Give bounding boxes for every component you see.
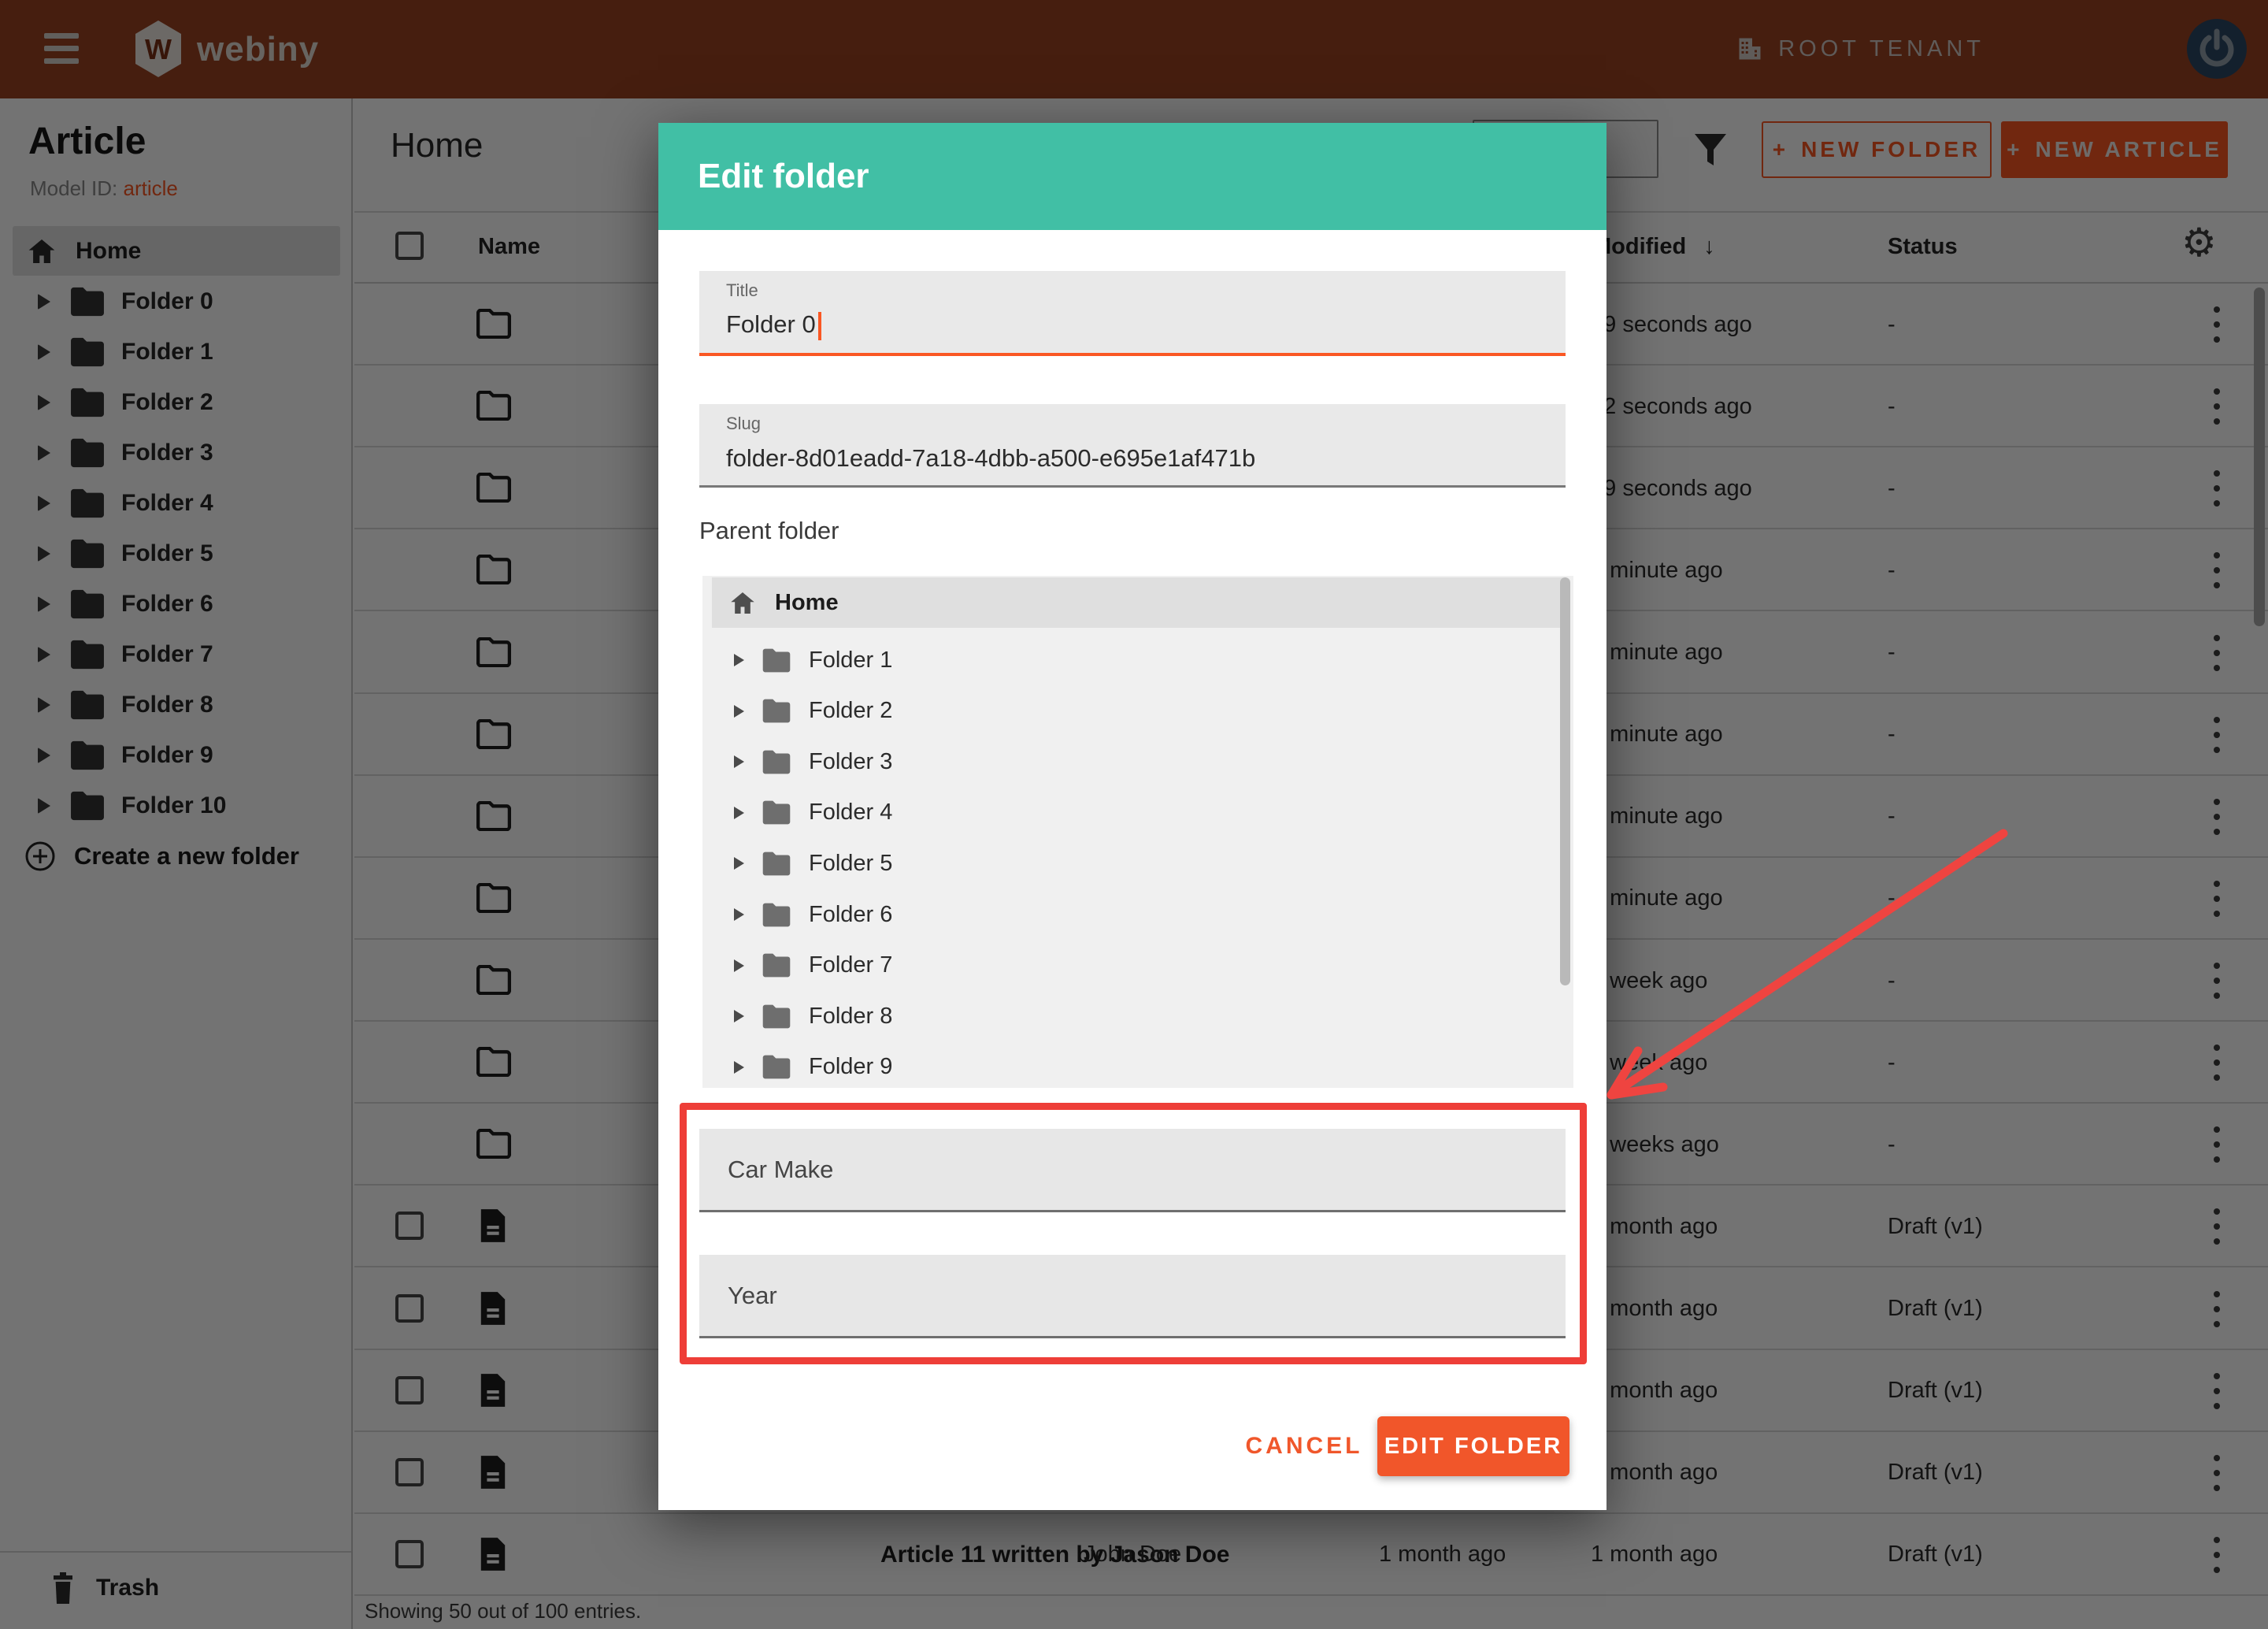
slug-field[interactable]: Slug folder-8d01eadd-7a18-4dbb-a500-e695…: [699, 404, 1566, 488]
folder-icon: [762, 800, 791, 826]
annotation-arrow: [1567, 803, 2040, 1134]
expand-caret-icon[interactable]: [734, 1010, 744, 1022]
tree-item-folder-4[interactable]: Folder 4: [702, 788, 1573, 838]
tree-item-folder-8[interactable]: Folder 8: [702, 991, 1573, 1041]
expand-caret-icon[interactable]: [734, 807, 744, 819]
title-field[interactable]: Title Folder 0: [699, 271, 1566, 356]
expand-caret-icon[interactable]: [734, 1061, 744, 1074]
tree-item-folder-2[interactable]: Folder 2: [702, 686, 1573, 737]
dialog-header: Edit folder: [658, 123, 1606, 230]
tree-item-folder-6[interactable]: Folder 6: [702, 889, 1573, 940]
folder-icon: [762, 749, 791, 775]
expand-caret-icon[interactable]: [734, 959, 744, 972]
expand-caret-icon[interactable]: [734, 654, 744, 666]
folder-icon: [762, 952, 791, 978]
parent-folder-label: Parent folder: [699, 517, 839, 545]
expand-caret-icon[interactable]: [734, 755, 744, 768]
title-field-label: Title: [726, 280, 758, 301]
folder-icon: [762, 902, 791, 928]
dialog-title: Edit folder: [698, 157, 869, 196]
folder-icon: [762, 1054, 791, 1080]
tree-item-home[interactable]: Home: [712, 577, 1564, 628]
parent-folder-tree: Home Folder 1 Folder 2 Folder 3: [702, 576, 1573, 1088]
slug-field-value: folder-8d01eadd-7a18-4dbb-a500-e695e1af4…: [726, 444, 1255, 473]
folder-icon: [762, 698, 791, 724]
folder-icon: [762, 648, 791, 673]
annotation-rectangle: [680, 1103, 1587, 1364]
app-root: W webiny ROOT TENANT: [0, 0, 2268, 1629]
edit-folder-submit-button[interactable]: EDIT FOLDER: [1377, 1416, 1569, 1476]
expand-caret-icon[interactable]: [734, 908, 744, 921]
tree-item-folder-5[interactable]: Folder 5: [702, 838, 1573, 889]
expand-caret-icon[interactable]: [734, 857, 744, 870]
home-icon: [731, 592, 754, 614]
title-field-value: Folder 0: [726, 310, 816, 338]
cancel-button[interactable]: CANCEL: [1233, 1427, 1375, 1466]
folder-icon: [762, 851, 791, 877]
tree-item-folder-7[interactable]: Folder 7: [702, 941, 1573, 991]
tree-item-folder-3[interactable]: Folder 3: [702, 737, 1573, 787]
slug-field-label: Slug: [726, 414, 761, 434]
folder-icon: [762, 1004, 791, 1030]
tree-item-folder-1[interactable]: Folder 1: [702, 635, 1573, 685]
text-cursor: [818, 312, 821, 340]
tree-item-folder-9[interactable]: Folder 9: [702, 1042, 1573, 1088]
expand-caret-icon[interactable]: [734, 705, 744, 718]
